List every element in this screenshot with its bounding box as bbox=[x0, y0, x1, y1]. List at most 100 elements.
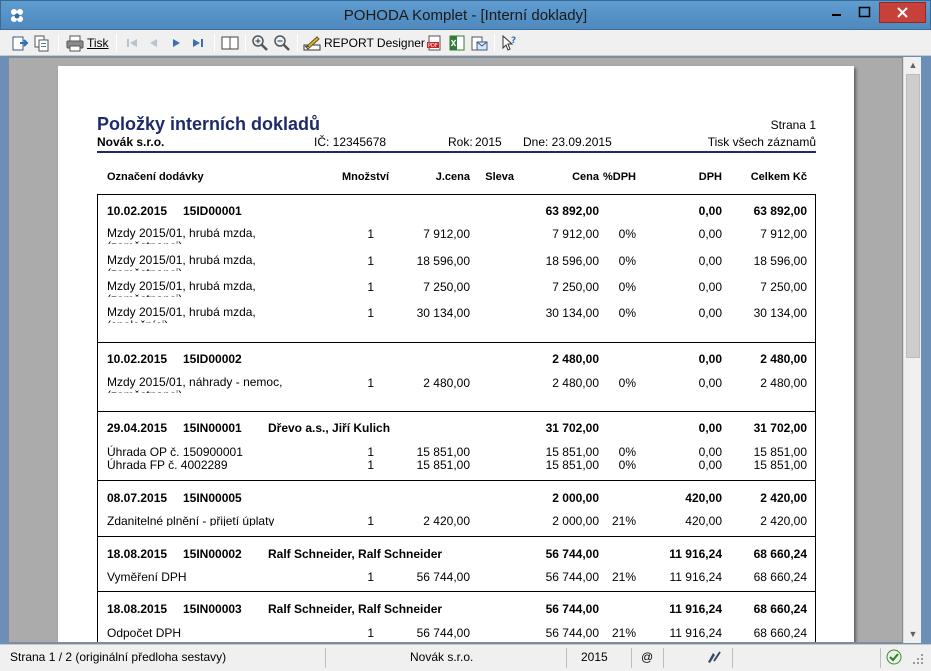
group-price: 31 702,00 bbox=[545, 421, 599, 435]
group-price: 2 000,00 bbox=[552, 491, 599, 505]
toolbar-separator bbox=[58, 34, 59, 52]
copy-icon bbox=[34, 35, 49, 52]
item-unit-price: 56 744,00 bbox=[416, 570, 470, 584]
item-qty: 1 bbox=[367, 254, 374, 268]
group-price: 56 744,00 bbox=[545, 547, 599, 561]
scroll-up-icon[interactable]: ▲ bbox=[904, 57, 922, 74]
item-qty: 1 bbox=[367, 280, 374, 294]
scroll-thumb[interactable] bbox=[906, 74, 920, 358]
group-partner: Ralf Schneider, Ralf Schneider bbox=[268, 602, 443, 616]
group-vat: 420,00 bbox=[685, 491, 722, 505]
toolbar-separator bbox=[494, 34, 495, 52]
group-price: 2 480,00 bbox=[552, 352, 599, 366]
mail-export-icon bbox=[471, 36, 488, 51]
item-price: 2 000,00 bbox=[552, 514, 599, 528]
maximize-button[interactable] bbox=[851, 2, 878, 23]
zoom-in-icon bbox=[252, 35, 268, 51]
item-vat-pct: 0% bbox=[618, 306, 636, 320]
group-vat: 0,00 bbox=[698, 204, 722, 218]
item-qty: 1 bbox=[367, 514, 374, 528]
send-button[interactable] bbox=[470, 33, 488, 53]
scroll-down-icon[interactable]: ▼ bbox=[904, 626, 922, 643]
minimize-button[interactable] bbox=[823, 2, 850, 23]
header-rule bbox=[97, 151, 816, 153]
item-unit-price: 2 480,00 bbox=[423, 376, 470, 390]
next-page-icon bbox=[173, 39, 180, 47]
group-vat: 0,00 bbox=[698, 352, 722, 366]
item-vat: 11 916,24 bbox=[669, 626, 723, 640]
item-name: Vyměření DPH bbox=[107, 570, 187, 584]
next-page-button[interactable] bbox=[168, 33, 184, 53]
vertical-scrollbar[interactable]: ▲ ▼ bbox=[903, 57, 921, 643]
group-doc-number[interactable]: 15IN00002 bbox=[183, 547, 242, 561]
status-separator bbox=[325, 648, 326, 668]
print-button[interactable]: Tisk bbox=[66, 33, 109, 53]
zoom-in-button[interactable] bbox=[251, 33, 269, 53]
excel-icon bbox=[449, 35, 465, 51]
report-title: Položky interních dokladů bbox=[97, 114, 321, 134]
col-header-qty: Množství bbox=[341, 171, 389, 183]
signature-icon[interactable] bbox=[705, 648, 723, 669]
close-icon bbox=[897, 7, 908, 18]
zoom-out-icon bbox=[274, 35, 290, 51]
group-date: 08.07.2015 bbox=[107, 491, 168, 505]
zoom-out-button[interactable] bbox=[273, 33, 291, 53]
group-date: 10.02.2015 bbox=[107, 352, 168, 366]
item-total: 18 596,00 bbox=[753, 254, 807, 268]
item-total: 15 851,00 bbox=[753, 458, 807, 472]
export-button[interactable] bbox=[11, 33, 29, 53]
close-button[interactable] bbox=[879, 2, 926, 23]
first-page-button[interactable] bbox=[124, 33, 140, 53]
item-total: 2 420,00 bbox=[760, 514, 807, 528]
group-doc-number[interactable]: 15ID00001 bbox=[183, 204, 242, 218]
year-label: Rok: bbox=[448, 135, 473, 149]
resize-grip-icon[interactable] bbox=[911, 652, 925, 669]
title-bar: POHODA Komplet - [Interní doklady] bbox=[0, 0, 931, 30]
group-date: 10.02.2015 bbox=[107, 204, 168, 218]
report-designer-label: REPORT Designer bbox=[324, 36, 425, 50]
toolbar: Tisk REPORT Designer PDF ? bbox=[0, 30, 931, 56]
item-vat-pct: 0% bbox=[618, 280, 636, 294]
copy-button[interactable] bbox=[33, 33, 51, 53]
last-page-button[interactable] bbox=[190, 33, 206, 53]
toolbar-separator bbox=[245, 34, 246, 52]
check-ok-icon[interactable] bbox=[885, 648, 903, 669]
previous-page-button[interactable] bbox=[146, 33, 162, 53]
col-header-discount: Sleva bbox=[485, 171, 514, 183]
report-preview-area[interactable]: Položky interních dokladů Strana 1 Novák… bbox=[8, 57, 903, 643]
status-separator bbox=[566, 648, 567, 668]
group-doc-number[interactable]: 15IN00001 bbox=[183, 421, 242, 435]
report-date: Dne: 23.09.2015 bbox=[523, 135, 612, 149]
item-vat-pct: 0% bbox=[618, 254, 636, 268]
group-separator bbox=[97, 342, 816, 343]
item-qty: 1 bbox=[367, 626, 374, 640]
help-button[interactable]: ? bbox=[500, 33, 518, 53]
item-unit-price: 2 420,00 bbox=[423, 514, 470, 528]
item-vat: 0,00 bbox=[698, 445, 722, 459]
item-qty: 1 bbox=[367, 458, 374, 472]
minimize-icon bbox=[832, 14, 841, 16]
group-doc-number[interactable]: 15ID00002 bbox=[183, 352, 242, 366]
two-pages-button[interactable] bbox=[221, 33, 239, 53]
report-designer-icon bbox=[303, 36, 321, 51]
col-header-item: Označení dodávky bbox=[107, 171, 204, 183]
item-name: Mzdy 2015/01, náhrady - nemoc, (zaměstna… bbox=[107, 376, 283, 393]
export-excel-button[interactable] bbox=[448, 33, 466, 53]
group-partner: Ralf Schneider, Ralf Schneider bbox=[268, 547, 443, 561]
company-name: Novák s.r.o. bbox=[97, 135, 165, 149]
group-doc-number[interactable]: 15IN00003 bbox=[183, 602, 242, 616]
toolbar-separator bbox=[297, 34, 298, 52]
svg-text:?: ? bbox=[511, 36, 516, 46]
item-price: 2 480,00 bbox=[552, 376, 599, 390]
item-total: 7 912,00 bbox=[760, 227, 807, 241]
item-qty: 1 bbox=[367, 227, 374, 241]
item-vat: 420,00 bbox=[685, 514, 722, 528]
item-vat: 0,00 bbox=[698, 458, 722, 472]
table-top-rule bbox=[97, 194, 816, 195]
export-pdf-button[interactable]: PDF bbox=[426, 33, 444, 53]
group-vat: 0,00 bbox=[698, 421, 722, 435]
report-designer-button[interactable]: REPORT Designer bbox=[303, 33, 425, 53]
group-doc-number[interactable]: 15IN00005 bbox=[183, 491, 242, 505]
item-unit-price: 15 851,00 bbox=[416, 458, 470, 472]
group-separator bbox=[97, 411, 816, 412]
